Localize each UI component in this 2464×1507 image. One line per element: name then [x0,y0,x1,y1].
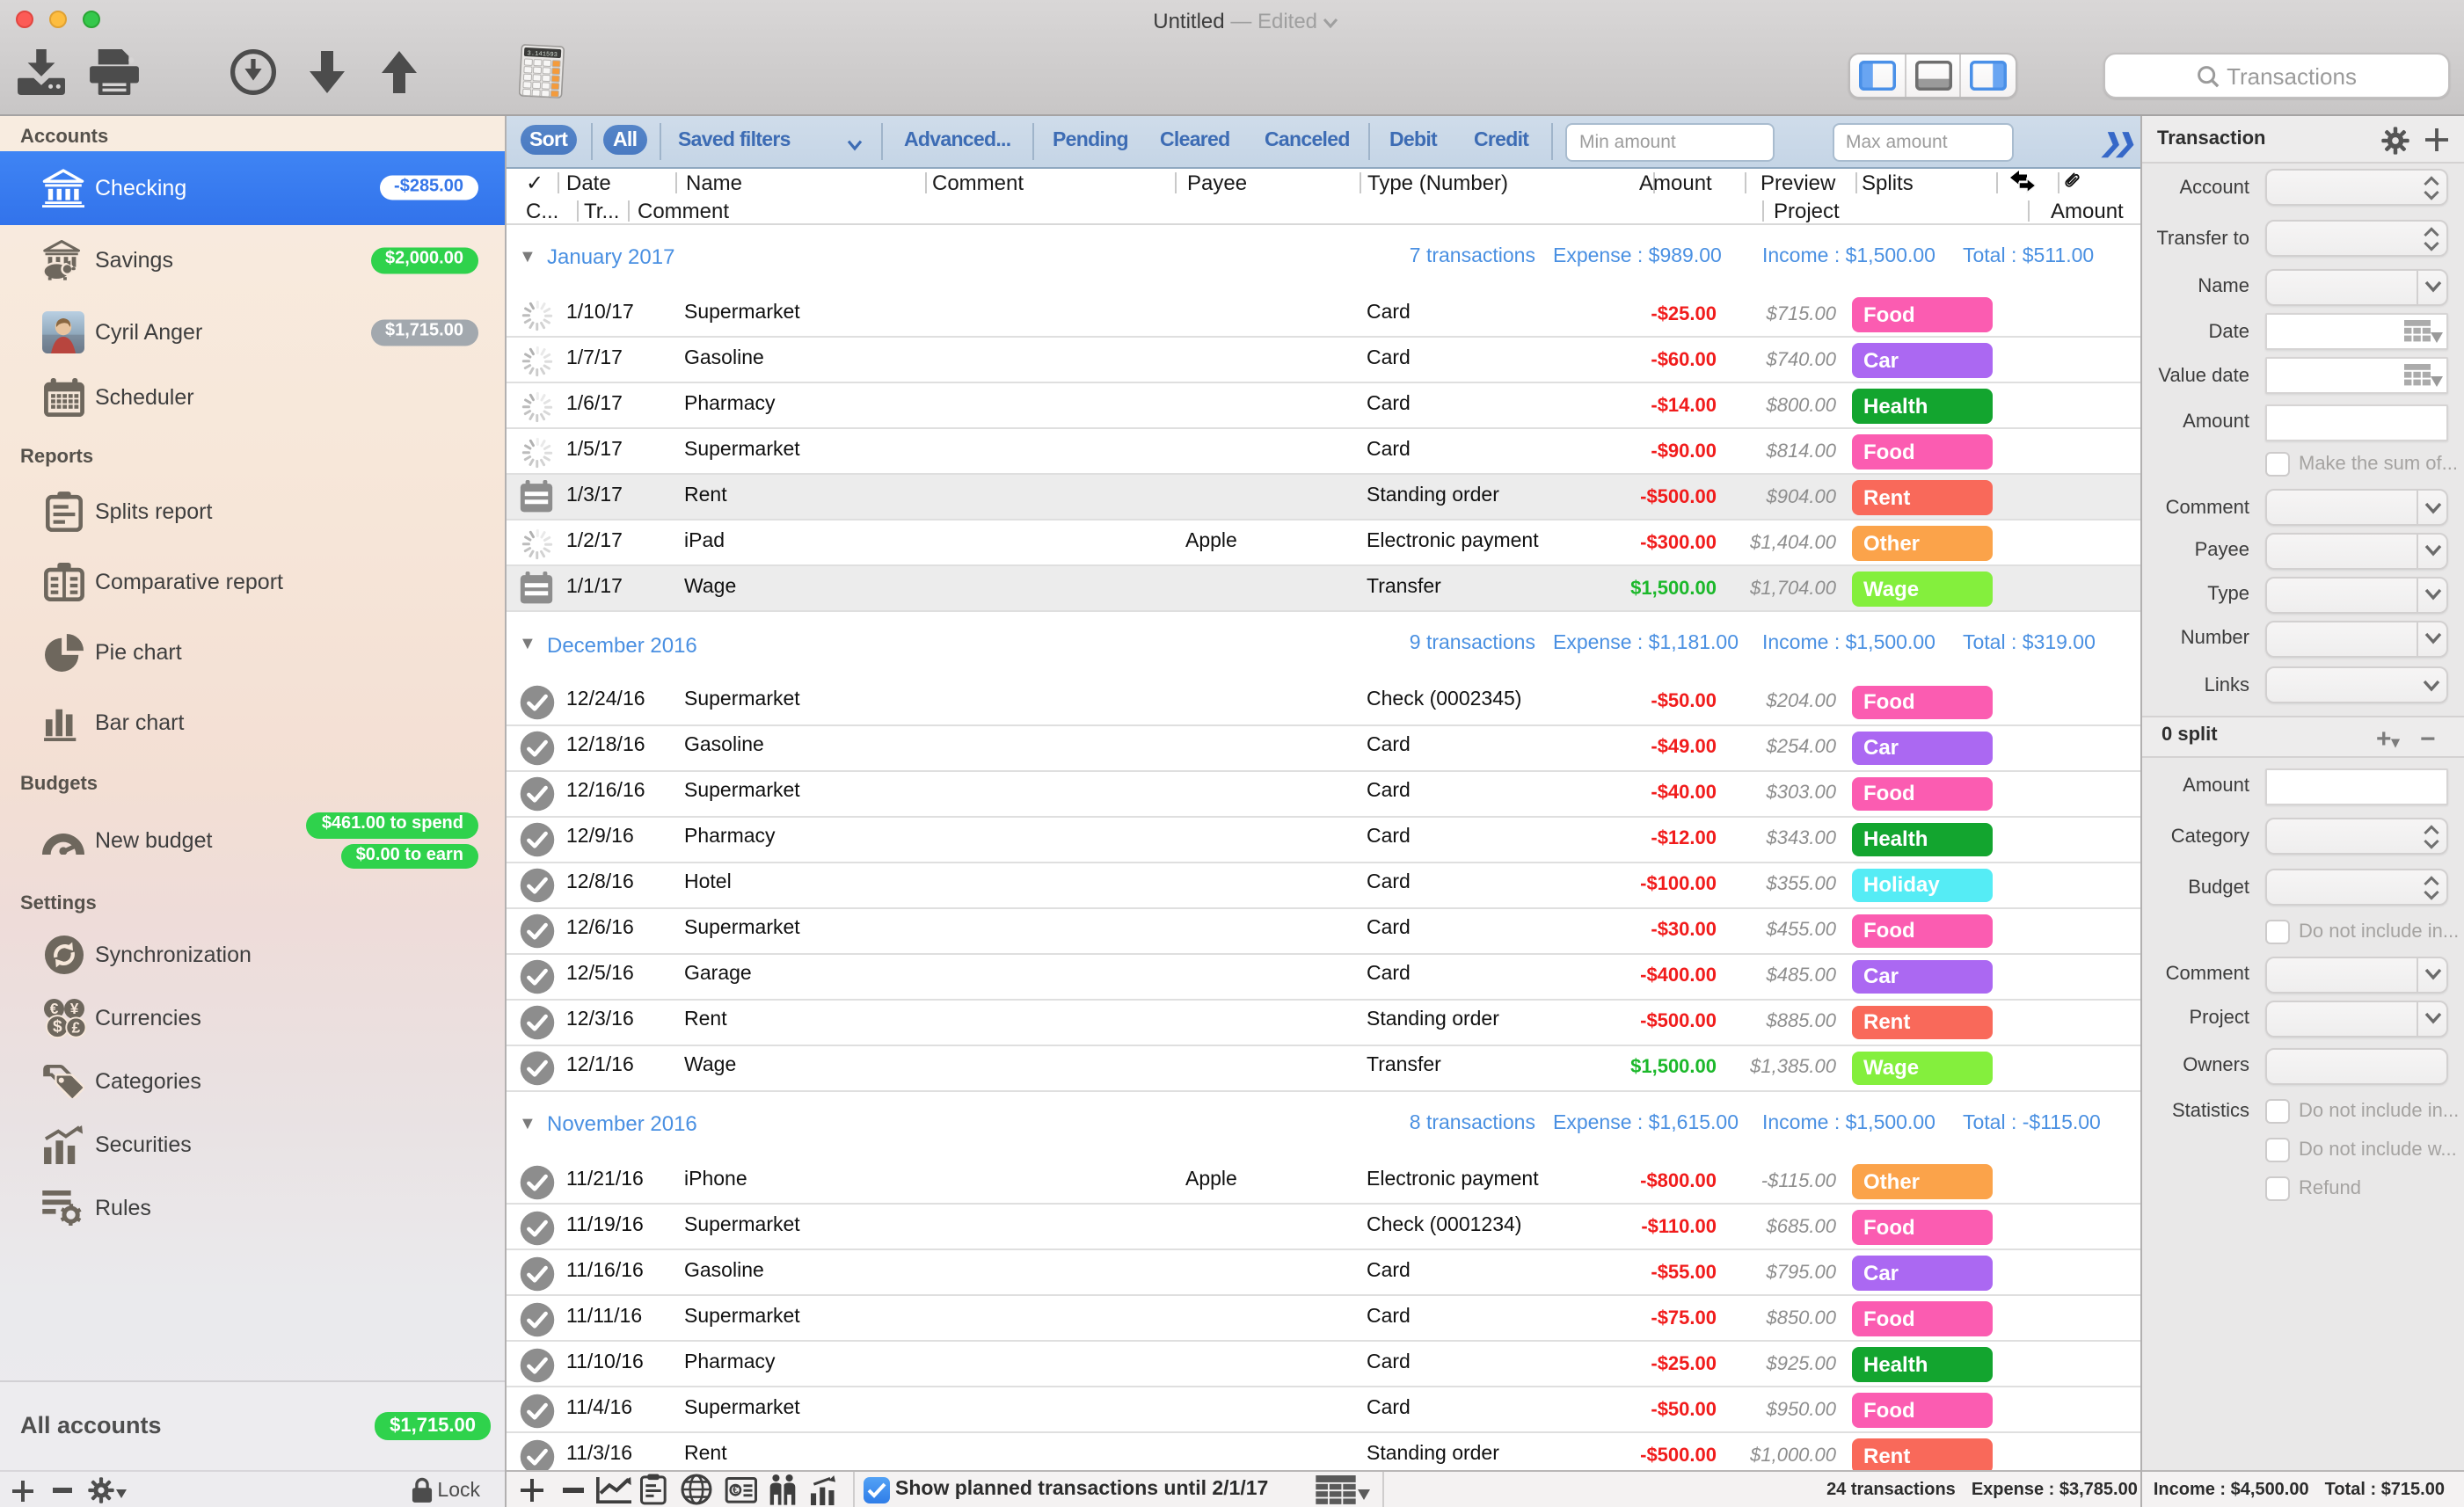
svg-text:¥: ¥ [69,1000,78,1017]
svg-text:€: € [733,1483,739,1495]
svg-text:3.141593: 3.141593 [527,50,558,59]
svg-text:£: £ [71,1018,80,1036]
svg-text:€: € [49,1000,58,1017]
svg-text:$: $ [52,1018,62,1037]
